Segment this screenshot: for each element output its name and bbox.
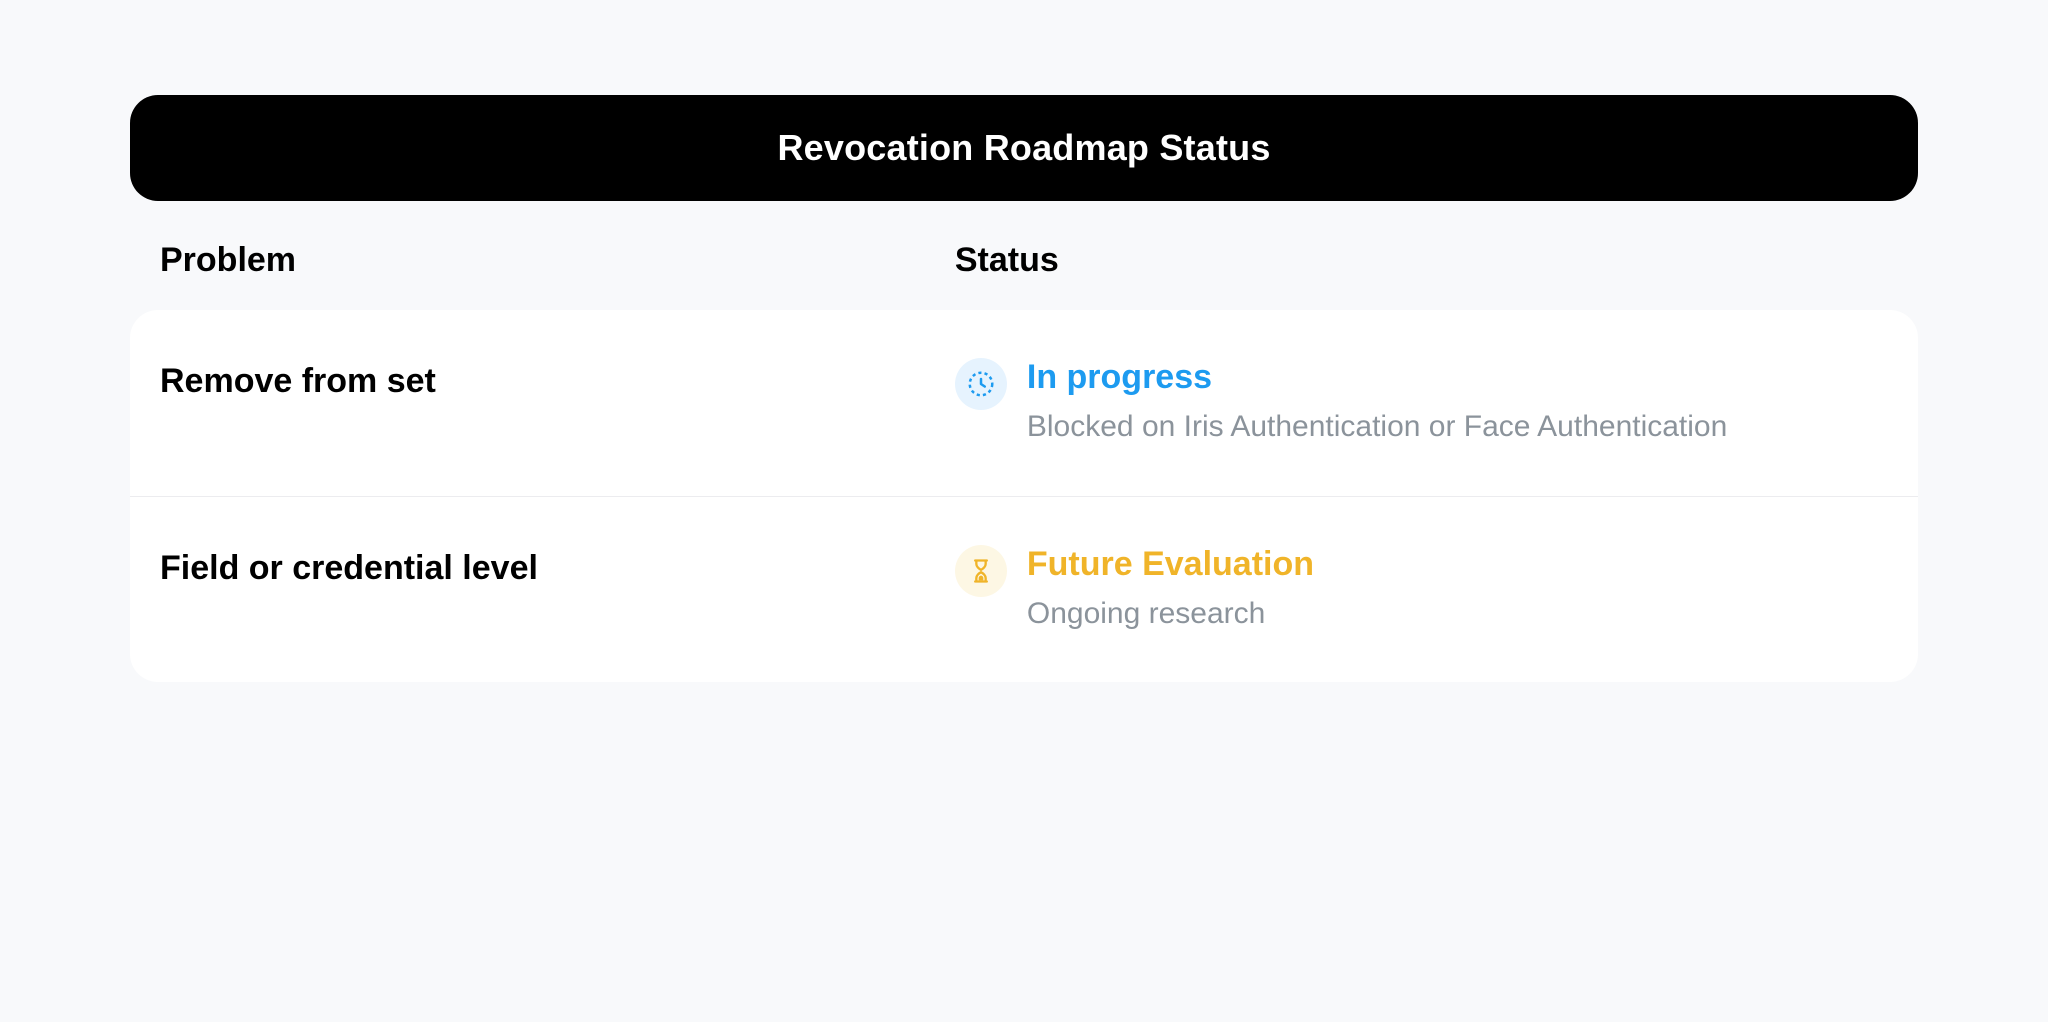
status-title: In progress (1027, 358, 1888, 397)
page-title: Revocation Roadmap Status (777, 127, 1270, 168)
problem-cell: Remove from set (160, 358, 955, 401)
status-title: Future Evaluation (1027, 545, 1888, 584)
page-title-bar: Revocation Roadmap Status (130, 95, 1918, 201)
column-header-problem: Problem (160, 241, 955, 280)
status-text: Future Evaluation Ongoing research (1027, 545, 1888, 635)
table-row: Remove from set In progress Blocked on I… (130, 310, 1918, 496)
clock-dotted-icon (955, 358, 1007, 410)
columns-header: Problem Status (130, 201, 1918, 310)
status-subtitle: Blocked on Iris Authentication or Face A… (1027, 407, 1888, 448)
status-cell: In progress Blocked on Iris Authenticati… (955, 358, 1888, 448)
column-header-status: Status (955, 241, 1888, 280)
table-row: Field or credential level Future Evaluat… (130, 496, 1918, 683)
status-text: In progress Blocked on Iris Authenticati… (1027, 358, 1888, 448)
hourglass-icon (955, 545, 1007, 597)
problem-cell: Field or credential level (160, 545, 955, 588)
status-cell: Future Evaluation Ongoing research (955, 545, 1888, 635)
rows-wrapper: Remove from set In progress Blocked on I… (130, 310, 1918, 682)
status-subtitle: Ongoing research (1027, 594, 1888, 635)
status-table: Revocation Roadmap Status Problem Status… (130, 95, 1918, 682)
